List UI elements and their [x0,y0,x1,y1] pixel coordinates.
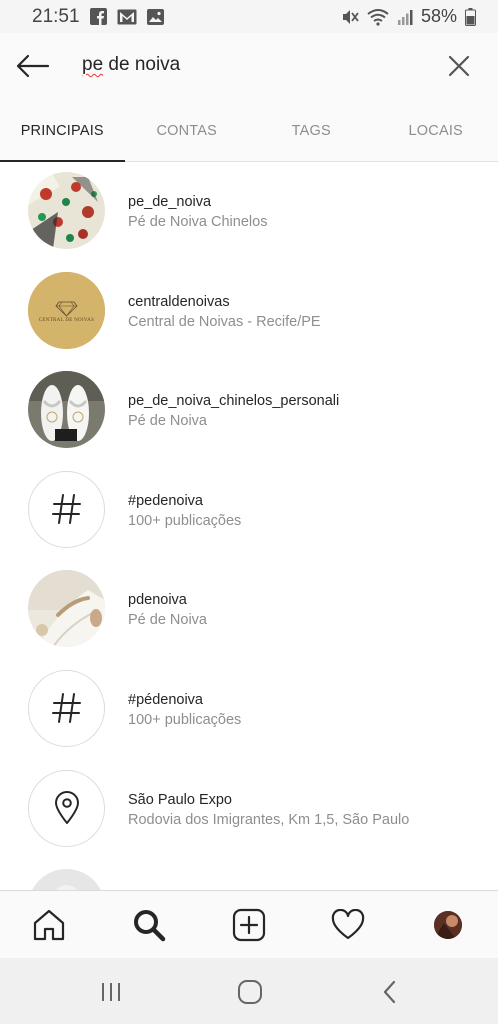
bottom-navigation [0,890,498,958]
tab-locais[interactable]: LOCAIS [374,101,498,161]
plus-square-icon [232,908,266,942]
battery-percentage: 58% [420,6,457,26]
floral-avatar [28,172,105,249]
result-subtitle: 100+ publicações [128,711,242,728]
tab-bar: PRINCIPAIS CONTAS TAGS LOCAIS [0,101,498,162]
result-title: pe_de_noiva_chinelos_personali [128,393,340,410]
hashtag-icon [28,470,105,548]
result-item[interactable]: #pedenoiva 100+ publicações [0,461,498,561]
heart-icon [331,909,365,940]
result-subtitle: Pé de Noiva Chinelos [128,214,268,230]
mute-icon [341,8,359,26]
result-subtitle: Rodovia dos Imigrantes, Km 1,5, São Paul… [128,811,410,828]
status-time: 21:51 [32,5,80,27]
result-title: São Paulo Expo [128,791,232,808]
back-button[interactable] [14,51,52,81]
result-subtitle: Pé de Noiva [128,612,207,629]
chevron-left-icon [383,980,396,1004]
wifi-icon [367,8,389,26]
location-pin-icon [28,769,105,847]
search-bar: pe de noiva [0,33,498,101]
signal-icon [397,9,413,25]
tab-contas[interactable]: CONTAS [125,101,250,161]
back-system-button[interactable] [375,978,405,1006]
clear-search-button[interactable] [446,53,472,79]
result-item[interactable]: CENTRAL DE NOIVAS centraldenoivas Centra… [0,262,498,362]
sandals-avatar [28,371,105,449]
logo-text: CENTRAL DE NOIVAS [38,317,95,323]
home-icon [33,909,65,941]
home-circle-icon [238,980,262,1004]
new-post-button[interactable] [231,907,267,943]
search-icon [134,910,166,942]
tab-tags[interactable]: TAGS [249,101,374,161]
result-subtitle: 100+ publicações [128,512,242,529]
result-item[interactable]: pe_de_noiva Pé de Noiva Chinelos [0,162,498,262]
result-item[interactable]: #pédenoiva 100+ publicações [0,660,498,760]
battery-icon [465,7,476,26]
result-subtitle: Pé de Noiva [128,413,207,430]
result-item[interactable] [0,859,498,890]
search-button[interactable] [131,907,167,943]
activity-button[interactable] [330,907,366,943]
tab-principais[interactable]: PRINCIPAIS [0,101,125,162]
result-item[interactable]: pe_de_noiva_chinelos_personali Pé de Noi… [0,361,498,461]
result-subtitle: Central de Noivas - Recife/PE [128,313,321,330]
recent-apps-icon [102,983,120,1001]
status-bar: 21:51 58% [0,0,498,33]
search-query-misspelled: pe [82,54,104,75]
gallery-icon [146,8,164,25]
recent-apps-button[interactable] [96,978,126,1006]
search-input[interactable]: pe de noiva [82,54,180,76]
result-title: #pedenoiva [128,492,203,509]
system-navigation-bar [0,958,498,1024]
gold-logo-avatar: CENTRAL DE NOIVAS [28,271,105,349]
bride-avatar [28,570,105,648]
profile-button[interactable] [430,907,466,943]
close-icon [448,55,470,77]
hashtag-icon [28,669,105,747]
home-button[interactable] [31,907,67,943]
result-item[interactable]: pdenoiva Pé de Noiva [0,560,498,660]
facebook-icon [89,8,107,25]
result-title: #pédenoiva [128,691,203,708]
avatar [434,911,462,939]
result-item[interactable]: São Paulo Expo Rodovia dos Imigrantes, K… [0,760,498,860]
result-title: pe_de_noiva [128,194,212,210]
partial-avatar [28,869,105,890]
result-title: pdenoiva [128,592,187,609]
search-results-list: pe_de_noiva Pé de Noiva Chinelos CENTRAL… [0,162,498,890]
result-title: centraldenoivas [128,293,230,310]
arrow-left-icon [16,54,50,78]
home-system-button[interactable] [235,978,265,1006]
gmail-icon [117,9,137,25]
search-query-rest: de noiva [103,54,181,75]
